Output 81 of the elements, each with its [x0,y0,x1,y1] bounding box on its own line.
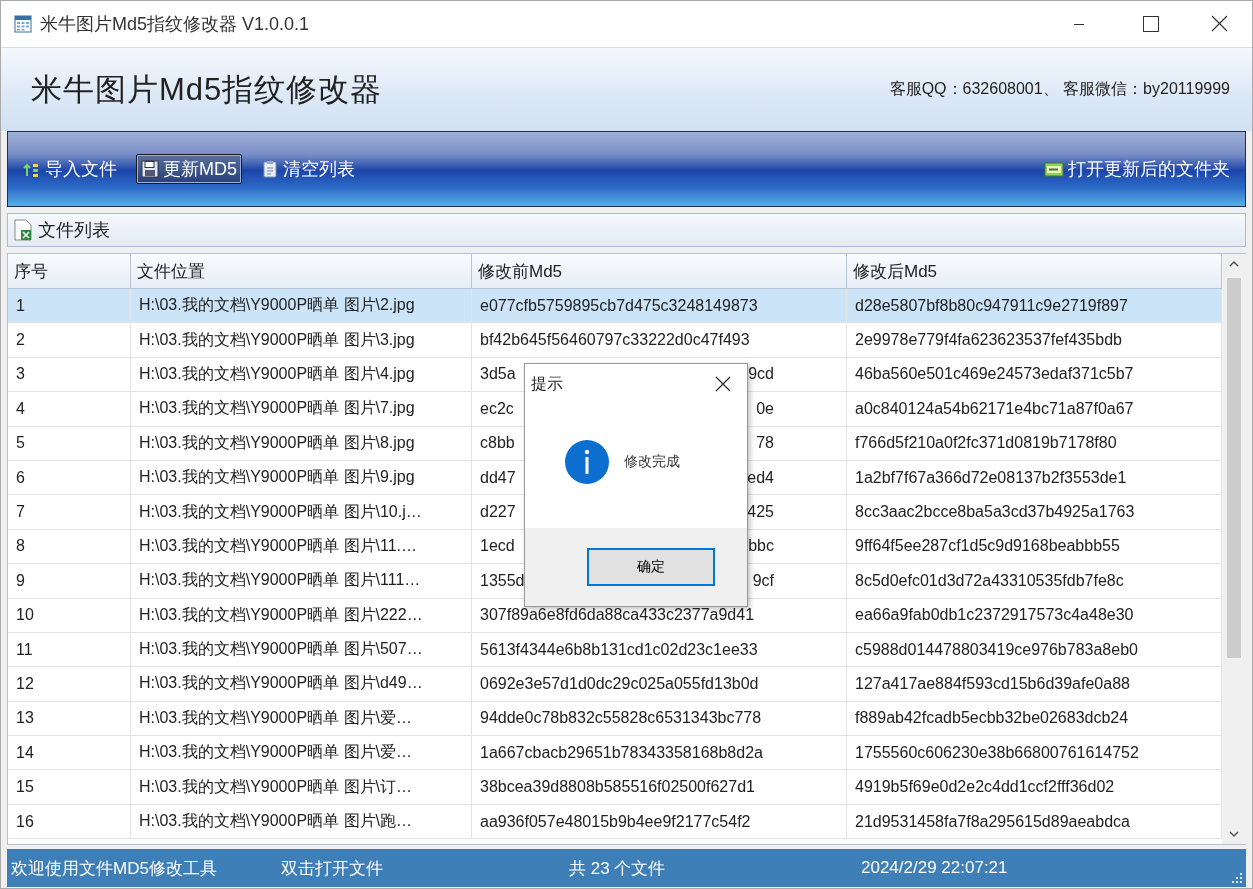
table-cell-fragment: 78 [756,434,774,453]
toolbar-button[interactable]: 导入文件 [18,154,122,184]
table-cell-fragment: ec2c [480,399,514,418]
selected-row[interactable]: 1 H:\03.我的文档\Y9000P晒单 图片\2.jpg e077cfb5759895cb7d475c3248149873 d28e5807bf8b80c947911c9e2719f897 [8,289,1222,324]
info-icon [564,439,610,485]
table-row[interactable]: 13 H:\03.我的文档\Y9000P晒单 图片\爱… 94dde0c78b832c55828c6531343bc778 f889ab42fcadb5ecbb32be02683dcb24 [8,701,1222,737]
table-cell: 2e9978e779f4fa623623537fef435bdb [847,323,1222,358]
table-cell: f766d5f210a0f2fc371d0819b7178f80 [847,426,1222,461]
table-cell-fragment: bbc [748,537,774,556]
app-icon [14,15,32,33]
table-row[interactable]: 14 H:\03.我的文档\Y9000P晒单 图片\爱… 1a667cbacb29651b78343358168b8d2a 1755560c606230e38b66800761614752 [8,736,1222,771]
table-cell-fragment: 1ecd [480,537,515,556]
toolbar-button[interactable]: 打开更新后的文件夹 [1039,154,1235,184]
column-header[interactable]: 文件位置 [131,254,472,289]
scrollbar-thumb[interactable] [1227,278,1241,658]
table-cell-fragment: 9cf [752,571,774,590]
table-cell: H:\03.我的文档\Y9000P晒单 图片\d49… [131,667,472,702]
table-cell: H:\03.我的文档\Y9000P晒单 图片\跑… [131,804,472,840]
app-title: 米牛图片Md5指纹修改器 [31,70,383,109]
file-list-icon [12,219,34,241]
table-cell: 4 [8,392,131,427]
table-row[interactable]: 16 H:\03.我的文档\Y9000P晒单 图片\跑… aa936f057e48015b9b4ee9f2177c54f2 21d9531458fa7f8a295615d89aeabdca [8,804,1222,840]
table-cell: 8cc3aac2bcce8ba5a3cd37b4925a1763 [847,495,1222,530]
clipboard-icon [261,160,279,178]
status-text: 欢迎使用文件MD5修改工具 [11,857,218,880]
table-row[interactable]: 15 H:\03.我的文档\Y9000P晒单 图片\订… 38bcea39d8808b585516f02500f627d1 4919b5f69e0d2e2c4dd1ccf2fff36d02 [8,770,1222,805]
table-row[interactable]: 2 H:\03.我的文档\Y9000P晒单 图片\3.jpg bf42b645f56460797c33222d0c47f493 2e9978e779f4fa623623537fef435bdb [8,323,1222,358]
table-cell: ea66a9fab0db1c2372917573c4a48e30 [847,598,1222,633]
toolbar-button[interactable]: 更新MD5 [136,154,242,184]
table-cell-fragment: d227 [480,503,516,522]
table-cell-fragment: 3d5a [480,365,516,384]
table-cell: 127a417ae884f593cd15b6d39afe0a88 [847,667,1222,702]
table-cell: 38bcea39d8808b585516f02500f627d1 [472,770,847,805]
status-text: 共 23 个文件 [569,857,667,880]
table-cell-fragment: 425 [747,503,774,522]
table-cell: aa936f057e48015b9b4ee9f2177c54f2 [472,804,847,840]
table-cell-fragment: 9cd [748,365,774,384]
table-cell: 10 [8,598,131,633]
table-cell: 21d9531458fa7f8a295615d89aeabdca [847,804,1222,840]
status-text: 2024/2/29 22:07:21 [861,858,1008,878]
table-cell: 0692e3e57d1d0dc29c025a055fd13b0d [472,667,847,702]
table-cell-fragment: ed4 [747,468,774,487]
table-cell-fragment: 1355d [480,571,525,590]
table-cell: H:\03.我的文档\Y9000P晒单 图片\3.jpg [131,323,472,358]
table-cell: H:\03.我的文档\Y9000P晒单 图片\8.jpg [131,426,472,461]
table-row[interactable]: 12 H:\03.我的文档\Y9000P晒单 图片\d49… 0692e3e57d1d0dc29c025a055fd13b0d 127a417ae884f593cd15b6d39afe0a88 [8,667,1222,702]
table-cell: 2 [8,323,131,358]
column-header[interactable]: 修改前Md5 [472,254,847,289]
table-cell: 16 [8,804,131,840]
toolbar-button[interactable]: 清空列表 [256,154,360,184]
window-title: 米牛图片Md5指纹修改器 V1.0.0.1 [40,13,311,36]
column-header[interactable]: 序号 [8,254,131,289]
dialog-message: 修改完成 [624,453,680,471]
table-cell-fragment: 0e [756,399,774,418]
table-cell-fragment: dd47 [480,468,516,487]
table-row[interactable]: 10 H:\03.我的文档\Y9000P晒单 图片\222… 307f89a6e8fd6da88ca433c2377a9d41 ea66a9fab0db1c2372917573c4a48e30 [8,598,1222,633]
ok-button[interactable]: 确定 [587,548,715,586]
column-header[interactable]: 修改后Md5 [847,254,1222,289]
table-cell: 9 [8,564,131,599]
resize-grip-icon [1230,871,1244,885]
status-text: 双击打开文件 [281,857,384,880]
panel-title: 文件列表 [38,219,110,242]
scrollbar[interactable] [1222,254,1246,844]
table-row[interactable]: 11 H:\03.我的文档\Y9000P晒单 图片\507… 5613f4344e6b8b131cd1c02d23c1ee33 c5988d014478803419ce976b783a8eb0 [8,632,1222,668]
table-cell: 8c5d0efc01d3d72a43310535fdb7fe8c [847,564,1222,599]
table-cell: H:\03.我的文档\Y9000P晒单 图片\111… [131,564,472,599]
table-cell: H:\03.我的文档\Y9000P晒单 图片\10.j… [131,495,472,530]
dialog-title: 提示 [531,373,563,394]
table-cell: H:\03.我的文档\Y9000P晒单 图片\订… [131,770,472,805]
table-cell: 5 [8,426,131,461]
table-cell: 12 [8,667,131,702]
table-cell: bf42b645f56460797c33222d0c47f493 [472,323,847,358]
table-cell: 15 [8,770,131,805]
table-cell: a0c840124a54b62171e4bc71a87f0a67 [847,392,1222,427]
table-cell: 4919b5f69e0d2e2c4dd1ccf2fff36d02 [847,770,1222,805]
table-cell: H:\03.我的文档\Y9000P晒单 图片\7.jpg [131,392,472,427]
table-cell: H:\03.我的文档\Y9000P晒单 图片\222… [131,598,472,633]
table-cell-fragment: c8bb [480,434,515,453]
close-icon[interactable] [713,374,733,394]
table-cell: 7 [8,495,131,530]
contact-info: 客服QQ：632608001、 客服微信：by20119999 [889,79,1230,99]
